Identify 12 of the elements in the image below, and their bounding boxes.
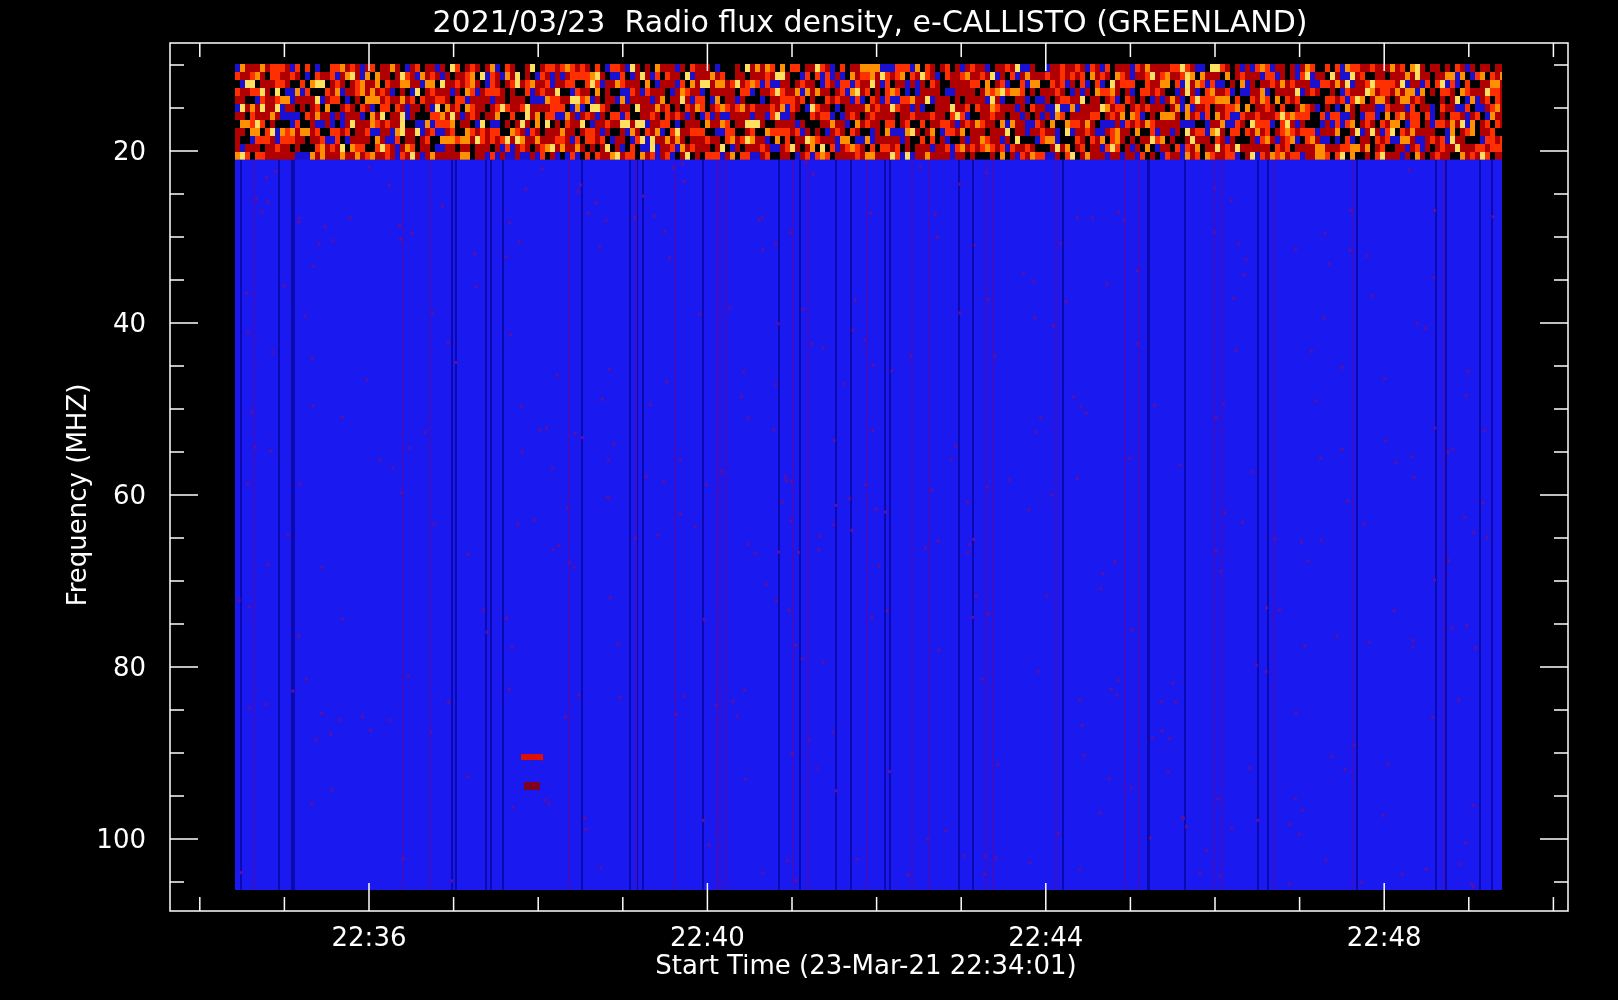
tick-label: 100 bbox=[96, 824, 146, 854]
tick-label: 80 bbox=[112, 652, 146, 682]
tick-label: 22:40 bbox=[669, 922, 745, 952]
tick-label: 22:44 bbox=[1008, 922, 1084, 952]
axis-label: Start Time (23-Mar-21 22:34:01) bbox=[655, 950, 1077, 980]
tick-label: 60 bbox=[112, 480, 146, 510]
tick-label: 40 bbox=[112, 308, 146, 338]
axis-label: Frequency (MHZ) bbox=[62, 383, 92, 607]
tick-label: 20 bbox=[112, 136, 146, 166]
chart-title: 2021/03/23 Radio flux density, e-CALLISTO (GREENLAND) bbox=[432, 4, 1308, 39]
tick-label: 22:36 bbox=[331, 922, 407, 952]
tick-label: 22:48 bbox=[1346, 922, 1422, 952]
